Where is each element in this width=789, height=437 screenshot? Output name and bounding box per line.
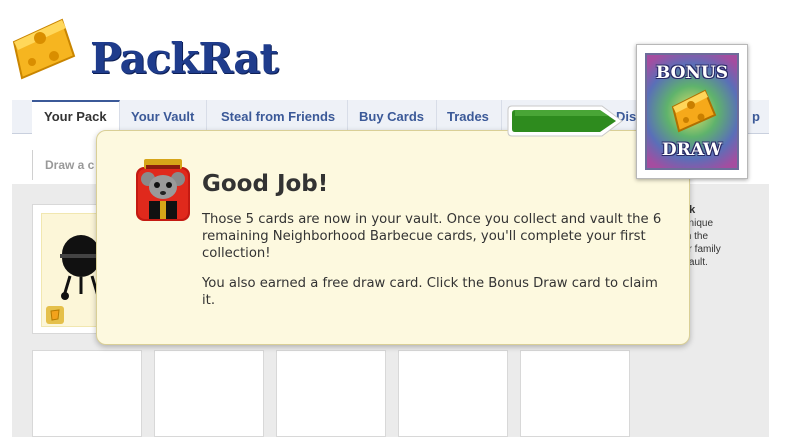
pack-info-line: or family xyxy=(683,244,721,255)
card[interactable] xyxy=(32,204,105,334)
empty-card-slot xyxy=(520,350,630,437)
empty-card-slot xyxy=(32,350,142,437)
empty-card-slot xyxy=(276,350,386,437)
empty-card-slot xyxy=(154,350,264,437)
dialog-message: Those 5 cards are now in your vault. Onc… xyxy=(202,212,662,261)
pack-info-line: Vault. xyxy=(683,257,708,268)
bonus-card-subtitle: DRAW xyxy=(661,140,723,160)
tab-buy-cards[interactable]: Buy Cards xyxy=(347,100,438,134)
packrat-logo[interactable]: PackRat xyxy=(10,16,310,86)
tab-trades[interactable]: Trades xyxy=(435,100,502,134)
arrow-right-icon xyxy=(507,105,623,137)
pack-info-heading: ck xyxy=(683,204,753,217)
rat-icon xyxy=(136,159,190,221)
pack-info-line: m the xyxy=(683,231,709,242)
bonus-draw-card[interactable]: BONUS DRAW xyxy=(636,44,748,179)
tab-p[interactable]: p xyxy=(748,100,764,134)
cheese-icon xyxy=(671,89,717,133)
dialog-bonus-message: You also earned a free draw card. Click … xyxy=(202,276,658,308)
cheese-badge-icon xyxy=(46,306,64,324)
tab-your-pack[interactable]: Your Pack xyxy=(32,100,120,134)
bonus-card-title: BONUS xyxy=(655,63,729,83)
empty-card-slot xyxy=(398,350,508,437)
tab-steal-from-friends[interactable]: Steal from Friends xyxy=(209,100,349,134)
bonus-card-face: BONUS DRAW xyxy=(645,53,739,170)
dialog-title: Good Job! xyxy=(202,171,329,197)
logo-text: PackRat xyxy=(90,34,279,83)
tab-your-vault[interactable]: Your Vault xyxy=(119,100,208,134)
cheese-icon xyxy=(12,18,76,80)
pack-info: ck unique m the or family Vault. xyxy=(683,204,753,269)
pack-info-line: unique xyxy=(683,218,714,229)
collection-dialog: Good Job! Those 5 cards are now in your … xyxy=(96,130,690,345)
